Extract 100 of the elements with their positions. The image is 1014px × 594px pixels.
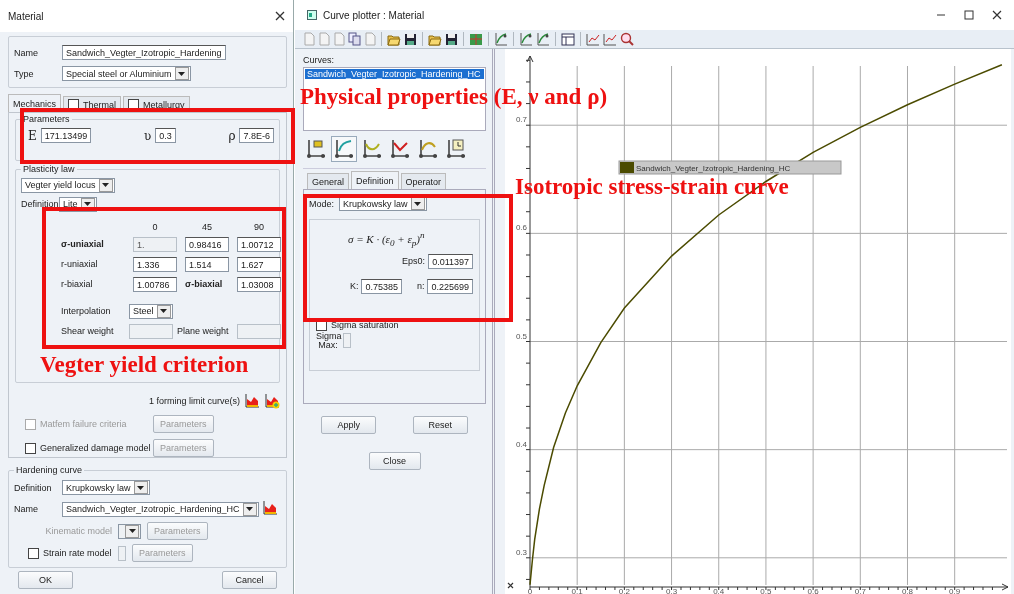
field-label: K: bbox=[349, 281, 359, 292]
tick-label: 0.9 bbox=[949, 587, 961, 594]
curve-icon[interactable] bbox=[519, 32, 533, 46]
dropdown[interactable]: Steel bbox=[129, 303, 173, 319]
tick-label: 0.7 bbox=[854, 587, 866, 594]
field-label: Interpolation bbox=[61, 306, 112, 317]
close-icon[interactable] bbox=[275, 11, 285, 21]
copy-icon[interactable] bbox=[348, 32, 361, 46]
list-item[interactable]: Sandwich_Vegter_Izotropic_Hardening_HC bbox=[305, 69, 484, 79]
axes-tool-icon[interactable] bbox=[305, 138, 327, 160]
text-field[interactable]: 0.3 bbox=[155, 128, 176, 143]
text-field[interactable]: 1.00712 bbox=[237, 236, 281, 252]
checkbox-label: Sigma saturation bbox=[331, 320, 399, 331]
tick-label: 0.1 bbox=[571, 587, 583, 594]
checkbox[interactable] bbox=[28, 547, 39, 559]
symbol-label: ρ bbox=[228, 128, 236, 143]
tick-label: 0.2 bbox=[618, 587, 630, 594]
dropdown[interactable]: Special steel or Aluminium bbox=[62, 66, 191, 81]
column-header: 90 bbox=[253, 221, 265, 232]
chart-add-icon[interactable] bbox=[264, 393, 280, 409]
chart-icon[interactable] bbox=[261, 500, 278, 516]
caret-icon bbox=[414, 201, 422, 206]
zoom-chart-icon[interactable] bbox=[603, 32, 617, 46]
curve-icon[interactable] bbox=[494, 32, 508, 46]
axes-tool-icon[interactable] bbox=[389, 138, 411, 160]
text-field[interactable] bbox=[129, 323, 173, 339]
tab[interactable]: Definition bbox=[351, 171, 399, 189]
maximize-icon[interactable] bbox=[964, 10, 974, 20]
checkbox[interactable] bbox=[128, 99, 140, 110]
tab[interactable]: Operator bbox=[400, 173, 447, 189]
axes-tool-icon[interactable] bbox=[361, 138, 383, 160]
text-field[interactable]: 1.514 bbox=[185, 256, 229, 272]
text-field[interactable]: 1.00786 bbox=[133, 276, 177, 292]
group-title: Parameters bbox=[21, 114, 72, 124]
text-field[interactable]: 171.13499 bbox=[40, 128, 92, 143]
column-header: 45 bbox=[201, 221, 213, 232]
row-label: r-biaxial bbox=[61, 279, 94, 290]
field-label: Plane weight bbox=[177, 326, 230, 337]
caret-icon bbox=[246, 507, 254, 511]
save-icon[interactable] bbox=[404, 32, 417, 46]
row-label: σ-biaxial bbox=[185, 279, 224, 290]
group-title: Hardening curve bbox=[14, 465, 85, 475]
window-title: Material bbox=[8, 10, 44, 22]
checkbox[interactable] bbox=[316, 319, 327, 331]
text-field[interactable]: 1.336 bbox=[133, 256, 177, 272]
tick-label: 0.5 bbox=[515, 331, 527, 341]
dropdown[interactable]: Krupkowsky law bbox=[62, 480, 150, 495]
dialog-button[interactable]: OK bbox=[18, 571, 73, 589]
grid-icon[interactable] bbox=[469, 32, 483, 46]
dialog-button[interactable]: Cancel bbox=[222, 571, 277, 589]
symbol-label: ʋ bbox=[143, 128, 152, 143]
annotation-text: Physical properties (E, ν and ρ) bbox=[300, 84, 608, 110]
dropdown[interactable]: Sandwich_Vegter_Izotropic_Hardening_HC bbox=[62, 501, 259, 517]
caret-icon bbox=[137, 485, 145, 490]
field-label: n: bbox=[416, 281, 425, 292]
field-label: Type bbox=[14, 68, 35, 79]
text-field[interactable] bbox=[118, 545, 126, 561]
text-field[interactable]: 0.011397 bbox=[428, 253, 473, 269]
text-field[interactable] bbox=[237, 323, 281, 339]
field-label: Sigma Max: bbox=[316, 331, 340, 350]
folder-icon[interactable] bbox=[387, 32, 401, 46]
checkbox-label: Generalized damage model bbox=[40, 443, 151, 453]
text-field[interactable]: 0.225699 bbox=[427, 278, 473, 294]
list-label: Curves: bbox=[303, 55, 335, 65]
text-field[interactable]: 1.03008 bbox=[237, 276, 281, 292]
tab[interactable]: General bbox=[307, 173, 350, 189]
zoom-icon[interactable] bbox=[620, 32, 634, 46]
text-field[interactable]: 1.627 bbox=[237, 256, 281, 272]
formula-text: σ = K · (ε$_{0}$ + ε$_{p}$)$^{n}$ bbox=[348, 230, 426, 248]
dropdown[interactable] bbox=[118, 523, 141, 539]
checkbox[interactable] bbox=[68, 99, 80, 110]
dropdown[interactable]: Vegter yield locus bbox=[21, 177, 115, 193]
curve-count-text: 1 forming limit curve(s) bbox=[149, 396, 240, 406]
curve-icon[interactable] bbox=[536, 32, 550, 46]
text-field[interactable]: 0.75385 bbox=[361, 278, 402, 294]
tick-label: 0.6 bbox=[807, 587, 819, 594]
axes-tool-icon[interactable] bbox=[333, 138, 355, 160]
annotation-text: Vegter yield criterion bbox=[40, 352, 249, 378]
window-icon[interactable] bbox=[561, 32, 575, 46]
text-field[interactable]: 0.98416 bbox=[185, 236, 229, 252]
axes-tool-icon[interactable] bbox=[417, 138, 439, 160]
dialog-button[interactable]: Reset bbox=[412, 416, 468, 434]
checkbox[interactable] bbox=[25, 442, 36, 454]
text-field[interactable]: Sandwich_Vegter_Izotropic_Hardening bbox=[62, 45, 226, 60]
axes-tool-icon[interactable] bbox=[445, 138, 467, 160]
checkbox-label: Strain rate model bbox=[43, 548, 112, 558]
chart-icon[interactable] bbox=[244, 393, 260, 409]
save-icon[interactable] bbox=[445, 32, 458, 46]
column-header: 0 bbox=[151, 221, 159, 232]
tick-label: 0 bbox=[527, 587, 533, 594]
text-field[interactable] bbox=[343, 333, 351, 349]
checkbox-label: Matfem failure criteria bbox=[40, 419, 127, 429]
folder-icon[interactable] bbox=[428, 32, 442, 46]
zoom-chart-icon[interactable] bbox=[586, 32, 600, 46]
text-field[interactable]: 7.8E-6 bbox=[239, 128, 274, 143]
caret-icon bbox=[160, 309, 167, 314]
close-button[interactable]: Close bbox=[368, 452, 421, 470]
tick-label: 0.7 bbox=[515, 115, 527, 125]
dialog-button[interactable]: Apply bbox=[321, 416, 377, 434]
close-icon[interactable] bbox=[992, 10, 1002, 20]
